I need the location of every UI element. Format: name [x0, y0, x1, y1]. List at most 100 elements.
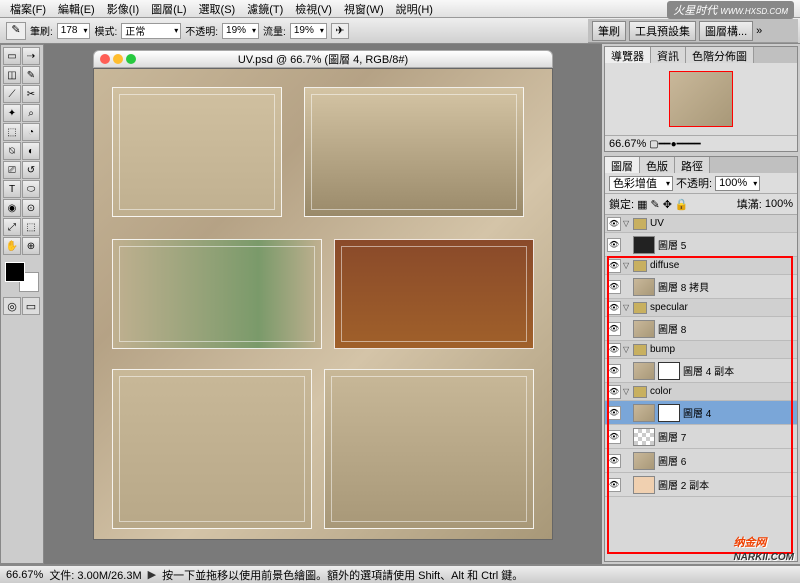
visibility-icon[interactable]: 👁 [607, 406, 621, 420]
layer-group[interactable]: 👁▽specular [605, 299, 797, 317]
layer-group[interactable]: 👁▽color [605, 383, 797, 401]
visibility-icon[interactable]: 👁 [607, 343, 621, 357]
tool-0[interactable]: ▭ [3, 47, 21, 65]
well-comps[interactable]: 圖層構... [699, 21, 753, 41]
layer-opacity-dropdown[interactable]: 100% [715, 176, 760, 191]
menu-window[interactable]: 視窗(W) [338, 1, 390, 17]
fold-icon[interactable]: ▽ [623, 303, 633, 312]
layer-thumb[interactable] [633, 236, 655, 254]
lock-transparency-icon[interactable]: ▦ [637, 198, 647, 211]
lock-paint-icon[interactable]: ✎ [650, 198, 659, 211]
blend-mode-dropdown[interactable]: 正常 [121, 23, 181, 39]
layer-thumb[interactable] [633, 362, 655, 380]
screenmode-icon[interactable]: ▭ [22, 297, 40, 315]
tool-20[interactable]: ✋ [3, 237, 21, 255]
flow-dropdown[interactable]: 19% [290, 23, 327, 39]
tab-navigator[interactable]: 導覽器 [605, 47, 651, 63]
well-presets[interactable]: 工具預設集 [629, 21, 696, 41]
well-more[interactable]: » [756, 25, 762, 37]
layer-row[interactable]: 👁圖層 5 [605, 233, 797, 257]
layer-blend-dropdown[interactable]: 色彩增值 [609, 176, 673, 191]
layer-thumb[interactable] [633, 452, 655, 470]
layer-row[interactable]: 👁圖層 4 [605, 401, 797, 425]
visibility-icon[interactable]: 👁 [607, 322, 621, 336]
layer-row[interactable]: 👁圖層 2 副本 [605, 473, 797, 497]
tool-6[interactable]: ✦ [3, 104, 21, 122]
layer-thumb[interactable] [633, 428, 655, 446]
menu-help[interactable]: 說明(H) [390, 1, 439, 17]
menu-filter[interactable]: 濾鏡(T) [241, 1, 289, 17]
menu-image[interactable]: 影像(I) [101, 1, 145, 17]
navigator-zoom[interactable]: 66.67% [609, 138, 646, 150]
lock-all-icon[interactable]: 🔒 [675, 198, 689, 211]
fg-color[interactable] [5, 262, 25, 282]
tab-info[interactable]: 資訊 [651, 47, 686, 63]
status-zoom[interactable]: 66.67% [6, 569, 43, 581]
visibility-icon[interactable]: 👁 [607, 280, 621, 294]
visibility-icon[interactable]: 👁 [607, 478, 621, 492]
document-titlebar[interactable]: UV.psd @ 66.7% (圖層 4, RGB/8#) [93, 50, 553, 68]
layer-thumb[interactable] [633, 278, 655, 296]
visibility-icon[interactable]: 👁 [607, 364, 621, 378]
tool-1[interactable]: ⇢ [22, 47, 40, 65]
layer-thumb[interactable] [633, 404, 655, 422]
well-brush[interactable]: 筆刷 [592, 21, 626, 41]
navigator-thumb[interactable] [669, 71, 733, 127]
layer-row[interactable]: 👁圖層 8 拷貝 [605, 275, 797, 299]
canvas[interactable] [93, 68, 553, 540]
layer-thumb[interactable] [633, 476, 655, 494]
tab-histogram[interactable]: 色階分佈圖 [686, 47, 754, 63]
layer-row[interactable]: 👁圖層 8 [605, 317, 797, 341]
tool-18[interactable]: ⤢ [3, 218, 21, 236]
traffic-lights[interactable] [100, 54, 136, 64]
menu-file[interactable]: 檔案(F) [4, 1, 52, 17]
layer-thumb[interactable] [633, 320, 655, 338]
menu-view[interactable]: 檢視(V) [289, 1, 338, 17]
tool-5[interactable]: ✂ [22, 85, 40, 103]
color-swatches[interactable] [3, 260, 41, 294]
tool-4[interactable]: ⟋ [3, 85, 21, 103]
fill-dropdown[interactable]: 100% [765, 198, 793, 210]
tool-13[interactable]: ↺ [22, 161, 40, 179]
tab-paths[interactable]: 路徑 [675, 157, 710, 173]
layer-list[interactable]: 👁▽UV👁圖層 5👁▽diffuse👁圖層 8 拷貝👁▽specular👁圖層 … [605, 215, 797, 561]
layer-row[interactable]: 👁圖層 6 [605, 449, 797, 473]
airbrush-icon[interactable]: ✈ [331, 23, 349, 39]
visibility-icon[interactable]: 👁 [607, 217, 621, 231]
tool-9[interactable]: ◔ [22, 123, 40, 141]
fold-icon[interactable]: ▽ [623, 345, 633, 354]
tool-16[interactable]: ◉ [3, 199, 21, 217]
layer-mask-thumb[interactable] [658, 362, 680, 380]
tool-17[interactable]: ⊙ [22, 199, 40, 217]
layer-mask-thumb[interactable] [658, 404, 680, 422]
menu-edit[interactable]: 編輯(E) [52, 1, 101, 17]
tool-2[interactable]: ◫ [3, 66, 21, 84]
layer-row[interactable]: 👁圖層 7 [605, 425, 797, 449]
tool-21[interactable]: ⊕ [22, 237, 40, 255]
layer-group[interactable]: 👁▽diffuse [605, 257, 797, 275]
visibility-icon[interactable]: 👁 [607, 385, 621, 399]
tool-10[interactable]: ⍉ [3, 142, 21, 160]
tool-11[interactable]: ◐ [22, 142, 40, 160]
visibility-icon[interactable]: 👁 [607, 430, 621, 444]
menu-layer[interactable]: 圖層(L) [145, 1, 192, 17]
tool-8[interactable]: ⬚ [3, 123, 21, 141]
fold-icon[interactable]: ▽ [623, 219, 633, 228]
tool-7[interactable]: ⌕ [22, 104, 40, 122]
quickmask-icon[interactable]: ◎ [3, 297, 21, 315]
menu-select[interactable]: 選取(S) [193, 1, 242, 17]
tool-15[interactable]: ⬭ [22, 180, 40, 198]
layer-row[interactable]: 👁圖層 4 副本 [605, 359, 797, 383]
tab-channels[interactable]: 色版 [640, 157, 675, 173]
layer-group[interactable]: 👁▽UV [605, 215, 797, 233]
brush-size-dropdown[interactable]: 178 [57, 23, 91, 39]
layer-group[interactable]: 👁▽bump [605, 341, 797, 359]
tab-layers[interactable]: 圖層 [605, 157, 640, 173]
visibility-icon[interactable]: 👁 [607, 454, 621, 468]
visibility-icon[interactable]: 👁 [607, 259, 621, 273]
visibility-icon[interactable]: 👁 [607, 301, 621, 315]
lock-move-icon[interactable]: ✥ [663, 198, 672, 211]
fold-icon[interactable]: ▽ [623, 387, 633, 396]
tool-19[interactable]: ⬚ [22, 218, 40, 236]
tool-12[interactable]: ⎚ [3, 161, 21, 179]
